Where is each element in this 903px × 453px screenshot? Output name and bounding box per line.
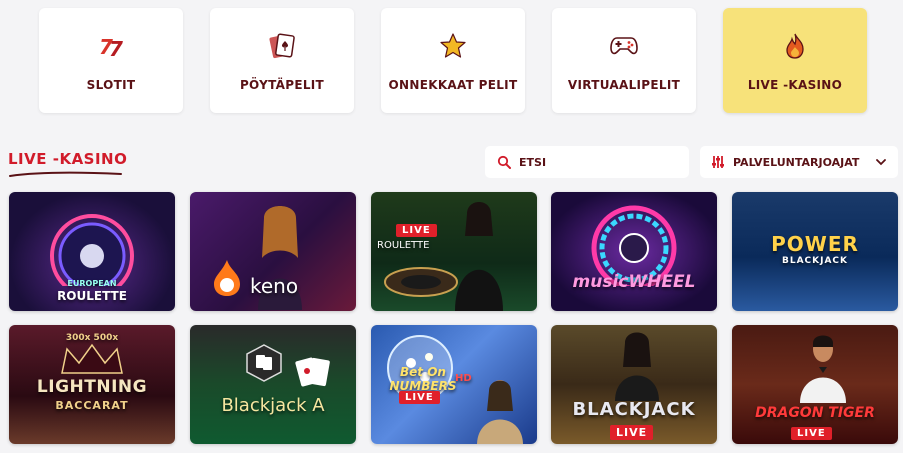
category-bar: 7 7 SLOTIT PÖYTÄPELIT ONNEKKAAT PELIT VI… (0, 0, 903, 120)
game-title: DRAGON TIGER (755, 405, 875, 421)
search-icon (497, 155, 511, 169)
category-label: ONNEKKAAT PELIT (388, 78, 518, 92)
filter-sliders-icon (711, 155, 725, 169)
game-tile-lightning-baccarat[interactable]: 300x 500x LIGHTNING BACCARAT (9, 325, 175, 444)
game-title: keno (250, 274, 299, 298)
dealer-figure (455, 202, 503, 311)
providers-label: PALVELUNTARJOAJAT (733, 155, 860, 169)
svg-text:7: 7 (109, 37, 123, 59)
category-poytapelit[interactable]: PÖYTÄPELIT (210, 8, 354, 113)
flame-icon (783, 32, 807, 60)
dealer-figure (477, 380, 523, 444)
game-hd-label: HD (455, 373, 472, 384)
category-label: SLOTIT (86, 78, 136, 92)
title-underline (9, 171, 122, 177)
category-slotit[interactable]: 7 7 SLOTIT (39, 8, 183, 113)
game-tile-blackjack-a[interactable]: Blackjack A (190, 325, 356, 444)
category-label: LIVE -KASINO (747, 78, 843, 92)
live-badge: LIVE (396, 224, 437, 237)
game-subtitle: BLACKJACK (781, 256, 849, 266)
category-label: PÖYTÄPELIT (239, 78, 325, 92)
live-badge: LIVE (610, 425, 654, 440)
game-tile-european-roulette[interactable]: EUROPEAN ROULETTE (9, 192, 175, 311)
category-live-kasino[interactable]: LIVE -KASINO (723, 8, 867, 113)
flame-logo-icon (214, 260, 240, 296)
game-title: ROULETTE (57, 289, 127, 303)
game-title: POWER (771, 232, 859, 256)
category-virtuaalipelit[interactable]: VIRTUAALIPELIT (552, 8, 696, 113)
game-tile-bet-on-numbers[interactable]: Bet On NUMBERS HD LIVE (371, 325, 537, 444)
chevron-down-icon (876, 158, 886, 166)
cards-emblem-icon (246, 344, 282, 382)
game-title: BLACKJACK (572, 399, 696, 420)
providers-dropdown[interactable]: PALVELUNTARJOAJAT (700, 146, 898, 178)
game-tile-dragon-tiger[interactable]: DRAGON TIGER LIVE (732, 325, 898, 444)
slot-777-icon: 7 7 (97, 32, 125, 60)
live-badge: LIVE (399, 391, 440, 404)
game-tile-live-roulette[interactable]: LIVE ROULETTE (371, 192, 537, 311)
game-title: LIGHTNING (36, 377, 148, 397)
category-onnekkaat-pelit[interactable]: ONNEKKAAT PELIT (381, 8, 525, 113)
game-title: musicWHEEL (572, 272, 696, 292)
game-tile-blackjack-live[interactable]: BLACKJACK LIVE (551, 325, 717, 444)
game-title: Blackjack A (221, 395, 325, 416)
game-tile-keno[interactable]: keno (190, 192, 356, 311)
game-subtitle: EUROPEAN (67, 279, 117, 288)
section-title: LIVE -KASINO (8, 150, 128, 168)
game-tile-music-wheel[interactable]: musicWHEEL (551, 192, 717, 311)
search-box[interactable] (485, 146, 689, 178)
search-input[interactable] (517, 154, 681, 170)
game-subtitle: BACCARAT (55, 399, 129, 412)
game-tile-power-blackjack[interactable]: POWER BLACKJACK (732, 192, 898, 311)
roulette-wheel-graphic (50, 214, 134, 286)
dealer-figure (800, 335, 846, 403)
playing-cards-icon (267, 32, 297, 60)
dealer-figure (615, 332, 659, 401)
live-badge: LIVE (791, 427, 832, 440)
crown-graphic (61, 343, 123, 374)
game-title: ROULETTE (377, 240, 430, 251)
roulette-table-graphic (384, 267, 458, 297)
star-icon (439, 32, 467, 60)
category-label: VIRTUAALIPELIT (567, 78, 681, 92)
gamepad-icon (609, 32, 639, 60)
